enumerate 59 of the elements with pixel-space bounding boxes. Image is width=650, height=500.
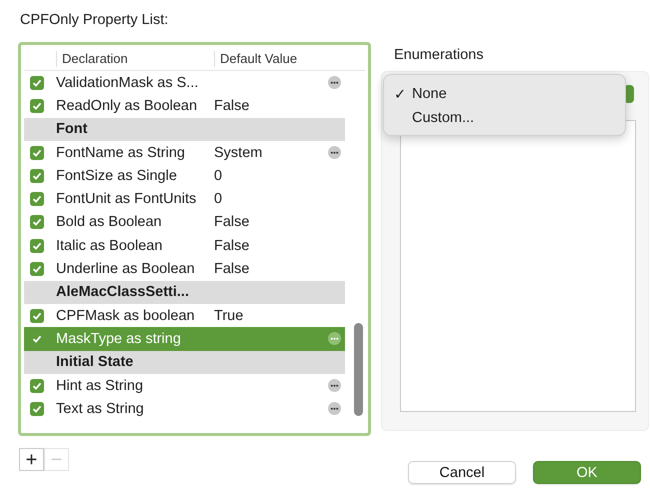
property-row[interactable]: ReadOnly as Boolean False	[24, 94, 345, 118]
default-value: True	[214, 308, 244, 324]
menu-item[interactable]: Custom...	[384, 106, 625, 130]
default-value: 0	[214, 191, 224, 208]
declaration-text: Italic as Boolean	[56, 238, 164, 254]
property-row[interactable]: Hint as String	[24, 374, 345, 398]
property-row[interactable]: FontName as String System	[24, 140, 345, 164]
checkbox[interactable]	[30, 238, 44, 253]
declaration-text: FontUnit as FontUnits	[56, 191, 198, 208]
declaration-text: ReadOnly as Boolean	[56, 98, 198, 114]
more-icon[interactable]	[328, 76, 341, 90]
property-row[interactable]: ValidationMask as S...	[24, 71, 345, 94]
declaration-text: Underline as Boolean	[56, 261, 196, 278]
declaration-text: Text as String	[56, 400, 145, 417]
default-value: False	[214, 98, 250, 114]
column-header[interactable]: Declaration	[56, 51, 214, 67]
scrollbar[interactable]	[354, 323, 363, 416]
declaration-text: ValidationMask as S...	[56, 74, 200, 91]
declaration-text: Hint as String	[56, 378, 144, 394]
property-row[interactable]: FontUnit as FontUnits 0	[24, 187, 345, 211]
more-icon[interactable]	[328, 379, 341, 392]
enumerations-title: Enumerations	[394, 47, 484, 65]
menu-item[interactable]: ✓ None	[384, 82, 625, 106]
declaration-text: FontSize as Single	[56, 168, 178, 184]
default-value: False	[214, 261, 250, 278]
property-row[interactable]: Underline as Boolean False	[24, 257, 345, 281]
more-icon[interactable]	[328, 402, 341, 416]
property-row[interactable]: CPFMask as boolean True	[24, 304, 345, 328]
checkbox[interactable]	[30, 168, 44, 183]
cancel-button[interactable]: Cancel	[408, 461, 516, 484]
declaration-text: FontName as String	[56, 144, 186, 161]
default-value: System	[214, 144, 264, 161]
more-icon[interactable]	[328, 146, 341, 160]
declaration-text: MaskType as string	[56, 330, 182, 347]
checkbox[interactable]	[30, 76, 44, 90]
checkmark: ✓	[394, 86, 408, 102]
checkbox[interactable]	[30, 146, 44, 160]
default-value: False	[214, 238, 250, 254]
declaration-text: CPFMask as boolean	[56, 308, 196, 324]
group-label: Font	[56, 121, 88, 138]
declaration-text: Bold as Boolean	[56, 214, 163, 230]
checkbox[interactable]	[30, 192, 44, 206]
checkbox[interactable]	[30, 98, 44, 113]
list-title: CPFOnly Property List:	[20, 12, 170, 30]
checkbox[interactable]	[30, 402, 44, 416]
add-button[interactable]: +	[19, 448, 44, 471]
group-label: AleMacClassSetti...	[56, 284, 190, 300]
checkbox[interactable]	[30, 308, 44, 323]
property-row[interactable]: Text as String	[24, 397, 345, 420]
column-header[interactable]: Default Value	[214, 51, 344, 67]
checkbox[interactable]	[30, 215, 44, 230]
default-value: 0	[214, 168, 224, 184]
property-row[interactable]: FontSize as Single 0	[24, 164, 345, 188]
property-row[interactable]: Bold as Boolean False	[24, 210, 345, 234]
group-label: Initial State	[56, 354, 134, 370]
checkbox[interactable]	[30, 262, 44, 276]
checkbox[interactable]	[30, 378, 44, 392]
default-value: False	[214, 214, 250, 230]
property-row[interactable]: Italic as Boolean False	[24, 234, 345, 258]
